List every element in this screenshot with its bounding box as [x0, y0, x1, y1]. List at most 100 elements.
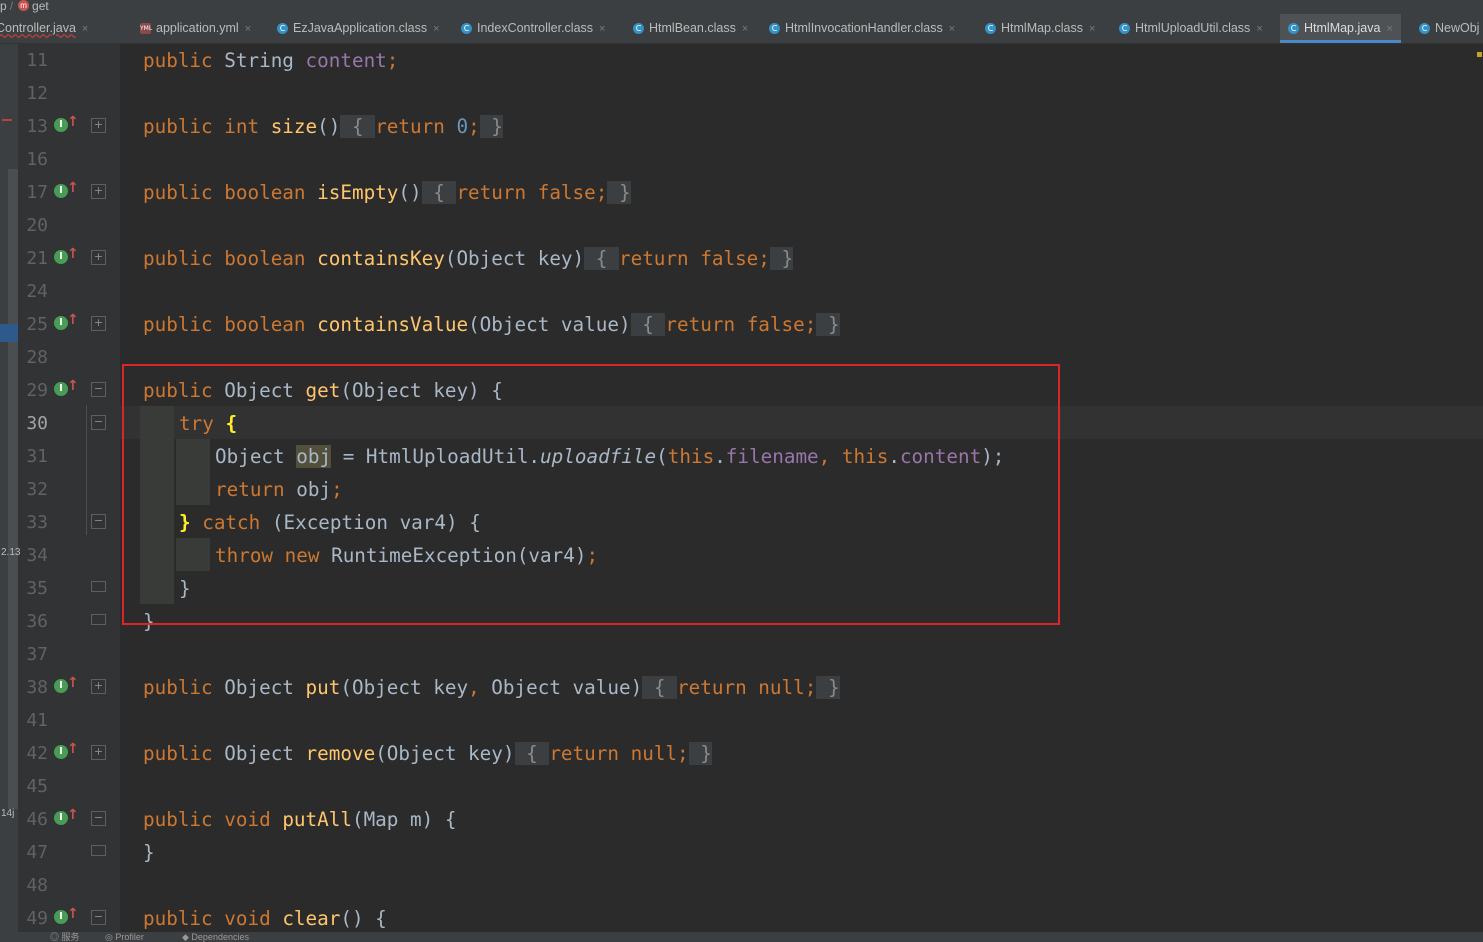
close-icon[interactable]: ×: [1089, 23, 1095, 35]
folded-brace[interactable]: }: [816, 676, 840, 699]
tab-controller-java[interactable]: Controller.java ×: [0, 14, 88, 43]
line-number-current[interactable]: 30: [18, 407, 48, 440]
line-number[interactable]: 36: [18, 605, 48, 638]
line-number[interactable]: 11: [18, 44, 48, 77]
close-icon[interactable]: ×: [245, 23, 251, 35]
line-number[interactable]: 24: [18, 275, 48, 308]
line-number[interactable]: 33: [18, 506, 48, 539]
line-number[interactable]: 41: [18, 704, 48, 737]
folded-brace[interactable]: }: [479, 115, 503, 138]
implements-method-icon[interactable]: I ↑: [54, 378, 79, 399]
scrollbar-warning-marker[interactable]: [1477, 52, 1482, 57]
tool-strip-selection[interactable]: [0, 324, 18, 342]
line-number[interactable]: 37: [18, 638, 48, 671]
code-line-17[interactable]: public boolean isEmpty() { return false;…: [143, 176, 631, 209]
close-icon[interactable]: ×: [82, 23, 88, 35]
implements-method-icon[interactable]: I ↑: [54, 312, 79, 333]
line-number[interactable]: 45: [18, 770, 48, 803]
fold-collapse-icon[interactable]: −: [91, 910, 106, 925]
line-number[interactable]: 20: [18, 209, 48, 242]
fold-end-icon[interactable]: [91, 845, 106, 856]
implements-method-icon[interactable]: I ↑: [54, 114, 79, 135]
fold-expand-icon[interactable]: +: [91, 250, 106, 265]
line-number[interactable]: 48: [18, 869, 48, 902]
line-number[interactable]: 34: [18, 539, 48, 572]
close-icon[interactable]: ×: [599, 23, 605, 35]
fold-expand-icon[interactable]: +: [91, 745, 106, 760]
implements-method-icon[interactable]: I ↑: [54, 741, 79, 762]
line-number[interactable]: 38: [18, 671, 48, 704]
implements-method-icon[interactable]: I ↑: [54, 675, 79, 696]
line-number[interactable]: 12: [18, 77, 48, 110]
implements-method-icon[interactable]: I ↑: [54, 807, 79, 828]
fold-expand-icon[interactable]: +: [91, 118, 106, 133]
code-line-25[interactable]: public boolean containsValue(Object valu…: [143, 308, 840, 341]
code-line-38[interactable]: public Object put(Object key, Object val…: [143, 671, 840, 704]
folded-brace[interactable]: {: [630, 313, 666, 336]
fold-expand-icon[interactable]: +: [91, 316, 106, 331]
code-line-11[interactable]: public String content;: [143, 44, 398, 77]
implements-method-icon[interactable]: I ↑: [54, 906, 79, 927]
code-editor[interactable]: public String content; public int size()…: [120, 44, 1483, 932]
code-line-13[interactable]: public int size() { return 0; }: [143, 110, 503, 143]
close-icon[interactable]: ×: [433, 23, 439, 35]
close-icon[interactable]: ×: [742, 23, 748, 35]
line-number[interactable]: 35: [18, 572, 48, 605]
line-number[interactable]: 32: [18, 473, 48, 506]
tab-htmlmap-java[interactable]: C HtmlMap.java ×: [1280, 14, 1401, 43]
fold-collapse-icon[interactable]: −: [91, 382, 106, 397]
code-line-21[interactable]: public boolean containsKey(Object key) {…: [143, 242, 794, 275]
folded-brace[interactable]: {: [642, 676, 678, 699]
fold-collapse-icon[interactable]: −: [91, 415, 106, 430]
line-number[interactable]: 47: [18, 836, 48, 869]
line-number[interactable]: 16: [18, 143, 48, 176]
profiler-tool-button[interactable]: ◎ Profiler: [105, 932, 144, 942]
implements-method-icon[interactable]: I ↑: [54, 180, 79, 201]
tab-ezjavaapplication-class[interactable]: C EzJavaApplication.class ×: [277, 14, 440, 43]
close-icon[interactable]: ×: [949, 23, 955, 35]
tab-htmlmap-class[interactable]: C HtmlMap.class ×: [985, 14, 1095, 43]
fold-end-icon[interactable]: [91, 581, 106, 592]
fold-expand-icon[interactable]: +: [91, 679, 106, 694]
close-icon[interactable]: ×: [1386, 23, 1392, 35]
code-line-49[interactable]: public void clear() {: [143, 902, 387, 935]
line-number[interactable]: 13: [18, 110, 48, 143]
folded-brace[interactable]: }: [769, 247, 794, 270]
breadcrumb-method[interactable]: get: [32, 0, 49, 12]
line-number[interactable]: 28: [18, 341, 48, 374]
code-line-46[interactable]: public void putAll(Map m) {: [143, 803, 456, 836]
code-line-47[interactable]: }: [143, 836, 155, 869]
line-number[interactable]: 42: [18, 737, 48, 770]
fold-collapse-icon[interactable]: −: [91, 514, 106, 529]
services-tool-button[interactable]: ◎ 服务: [50, 932, 80, 942]
tab-htmluploadutil-class[interactable]: C HtmlUploadUtil.class ×: [1119, 14, 1263, 43]
tab-htmlinvocationhandler-class[interactable]: C HtmlInvocationHandler.class ×: [769, 14, 955, 43]
close-icon[interactable]: ×: [1256, 23, 1262, 35]
folded-brace[interactable]: }: [607, 181, 631, 204]
folded-brace[interactable]: }: [688, 742, 712, 765]
line-number[interactable]: 29: [18, 374, 48, 407]
tab-htmlbean-class[interactable]: C HtmlBean.class ×: [633, 14, 748, 43]
fold-end-icon[interactable]: [91, 614, 106, 625]
breadcrumb-prefix[interactable]: p: [0, 0, 7, 12]
folded-brace[interactable]: {: [421, 181, 457, 204]
fold-expand-icon[interactable]: +: [91, 184, 106, 199]
line-number[interactable]: 31: [18, 440, 48, 473]
tab-indexcontroller-class[interactable]: C IndexController.class ×: [461, 14, 605, 43]
line-number[interactable]: 49: [18, 902, 48, 935]
tool-strip-scroll[interactable]: [8, 169, 18, 809]
line-number[interactable]: 21: [18, 242, 48, 275]
folded-brace[interactable]: }: [816, 313, 840, 336]
fold-collapse-icon[interactable]: −: [91, 811, 106, 826]
folded-brace[interactable]: {: [584, 247, 619, 270]
implements-method-icon[interactable]: I ↑: [54, 246, 79, 267]
code-line-42[interactable]: public Object remove(Object key) { retur…: [143, 737, 712, 770]
folded-brace[interactable]: {: [340, 115, 376, 138]
line-number[interactable]: 17: [18, 176, 48, 209]
tab-application-yml[interactable]: YML application.yml ×: [140, 14, 251, 43]
folded-brace[interactable]: {: [514, 742, 550, 765]
dependencies-tool-button[interactable]: ◆ Dependencies: [182, 932, 249, 942]
line-number[interactable]: 46: [18, 803, 48, 836]
tab-newobj[interactable]: C NewObj: [1419, 14, 1479, 43]
line-number[interactable]: 25: [18, 308, 48, 341]
